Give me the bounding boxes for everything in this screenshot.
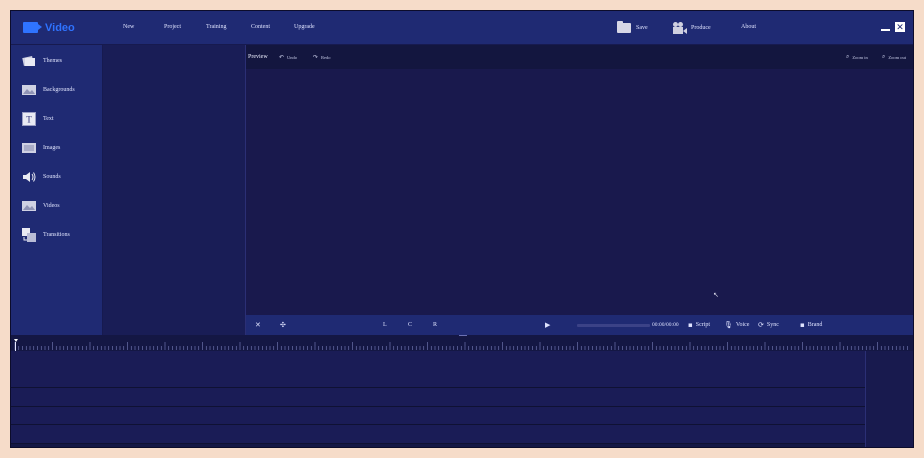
- zoom-in-label: Zoom in: [852, 54, 868, 60]
- save-label: Save: [636, 25, 648, 31]
- align-center-button[interactable]: C: [408, 315, 412, 335]
- close-x-icon: ✕: [255, 321, 261, 329]
- timeline-track[interactable]: [11, 351, 865, 388]
- time-counter: 00:00/00:00: [652, 322, 679, 328]
- undo-button[interactable]: ↶ Undo: [279, 45, 297, 69]
- app-logo: Video: [23, 19, 83, 36]
- align-left-button[interactable]: L: [383, 315, 387, 335]
- video-camera-icon: [23, 22, 42, 33]
- mouse-pointer-icon: ↖: [713, 291, 719, 299]
- document-icon: ▪: [688, 321, 693, 329]
- tool-label: Videos: [43, 203, 60, 209]
- align-right-button[interactable]: R: [433, 315, 437, 335]
- timeline-ruler[interactable]: [11, 339, 914, 351]
- produce-button[interactable]: Produce: [673, 19, 711, 37]
- playback-progress-bar[interactable]: [577, 324, 650, 327]
- preview-title: Preview: [248, 54, 268, 60]
- redo-icon: ↷: [313, 53, 319, 61]
- undo-icon: ↶: [279, 53, 285, 61]
- zoom-in-button[interactable]: ⌕ Zoom in: [846, 45, 868, 69]
- asset-panel: [102, 45, 245, 335]
- transitions-icon: [22, 228, 36, 242]
- timeline: [11, 335, 914, 447]
- menu-upgrade[interactable]: Upgrade: [294, 11, 315, 44]
- delete-button[interactable]: ✕: [255, 315, 261, 335]
- preview-area: Preview ↶ Undo ↷ Redo ⌕ Zoom in ⌕ Zoom o…: [245, 45, 913, 335]
- movie-camera-icon: [673, 21, 687, 35]
- text-icon: T: [22, 112, 36, 126]
- brand-label: Brand: [807, 322, 823, 328]
- tool-videos[interactable]: Videos: [11, 193, 102, 219]
- menu-about[interactable]: About: [741, 11, 756, 44]
- playback-bar: ✕ ✣ L C R ▶ 00:00/00:00 ▪ Script 🎙 Voice: [246, 315, 913, 335]
- minimize-icon[interactable]: [881, 23, 890, 32]
- play-button[interactable]: ▶: [545, 315, 550, 335]
- voice-button[interactable]: 🎙 Voice: [724, 315, 749, 335]
- timeline-track[interactable]: [11, 388, 865, 407]
- move-button[interactable]: ✣: [280, 315, 286, 335]
- app-window: Video New Project Training Content Upgra…: [10, 10, 914, 448]
- tool-text[interactable]: T Text: [11, 106, 102, 132]
- close-icon[interactable]: ✕: [895, 22, 905, 32]
- zoom-out-button[interactable]: ⌕ Zoom out: [882, 45, 906, 69]
- script-label: Script: [695, 322, 711, 328]
- backgrounds-icon: [22, 84, 36, 96]
- play-icon: ▶: [545, 321, 551, 329]
- move-icon: ✣: [280, 321, 286, 329]
- tool-label: Transitions: [43, 232, 70, 238]
- tool-label: Themes: [43, 58, 62, 64]
- preview-canvas[interactable]: ↖: [246, 69, 913, 315]
- undo-label: Undo: [287, 54, 298, 60]
- brand-button[interactable]: ▪ Brand: [800, 315, 822, 335]
- resize-handle[interactable]: [459, 335, 467, 336]
- tool-label: Backgrounds: [43, 87, 75, 93]
- tool-label: Text: [43, 116, 54, 122]
- tool-images[interactable]: Images: [11, 135, 102, 161]
- tool-transitions[interactable]: Transitions: [11, 222, 102, 248]
- videos-icon: [22, 200, 36, 212]
- redo-button[interactable]: ↷ Redo: [313, 45, 331, 69]
- sync-label: Sync: [766, 322, 779, 328]
- zoom-out-icon: ⌕: [882, 53, 886, 60]
- microphone-icon: 🎙: [724, 321, 733, 329]
- zoom-out-label: Zoom out: [888, 54, 906, 60]
- images-icon: [22, 142, 36, 154]
- folder-icon: [617, 21, 631, 33]
- menu-content[interactable]: Content: [251, 11, 270, 44]
- timeline-track[interactable]: [11, 407, 865, 425]
- save-button[interactable]: Save: [617, 20, 648, 36]
- voice-label: Voice: [735, 322, 750, 328]
- zoom-in-icon: ⌕: [846, 53, 850, 60]
- logo-text: Video: [45, 21, 75, 34]
- redo-label: Redo: [321, 54, 331, 60]
- tool-sounds[interactable]: Sounds: [11, 164, 102, 190]
- lock-icon: ▪: [800, 321, 805, 329]
- timeline-track[interactable]: [11, 425, 865, 444]
- tool-label: Sounds: [43, 174, 61, 180]
- themes-icon: [22, 55, 36, 67]
- script-button[interactable]: ▪ Script: [688, 315, 710, 335]
- speaker-icon: [22, 171, 36, 183]
- menu-new[interactable]: New: [123, 11, 134, 44]
- timeline-side-panel: [865, 351, 913, 447]
- tool-backgrounds[interactable]: Backgrounds: [11, 77, 102, 103]
- top-menu-bar: Video New Project Training Content Upgra…: [11, 11, 913, 45]
- menu-training[interactable]: Training: [206, 11, 226, 44]
- produce-label: Produce: [691, 25, 711, 31]
- tools-sidebar: Themes Backgrounds T Text Images Sounds: [11, 45, 102, 335]
- svg-text:T: T: [26, 115, 32, 125]
- preview-toolbar: Preview ↶ Undo ↷ Redo ⌕ Zoom in ⌕ Zoom o…: [246, 45, 913, 69]
- sync-icon: ⟳: [758, 321, 764, 329]
- sync-button[interactable]: ⟳ Sync: [758, 315, 779, 335]
- menu-project[interactable]: Project: [164, 11, 181, 44]
- tool-label: Images: [43, 145, 61, 151]
- tool-themes[interactable]: Themes: [11, 48, 102, 74]
